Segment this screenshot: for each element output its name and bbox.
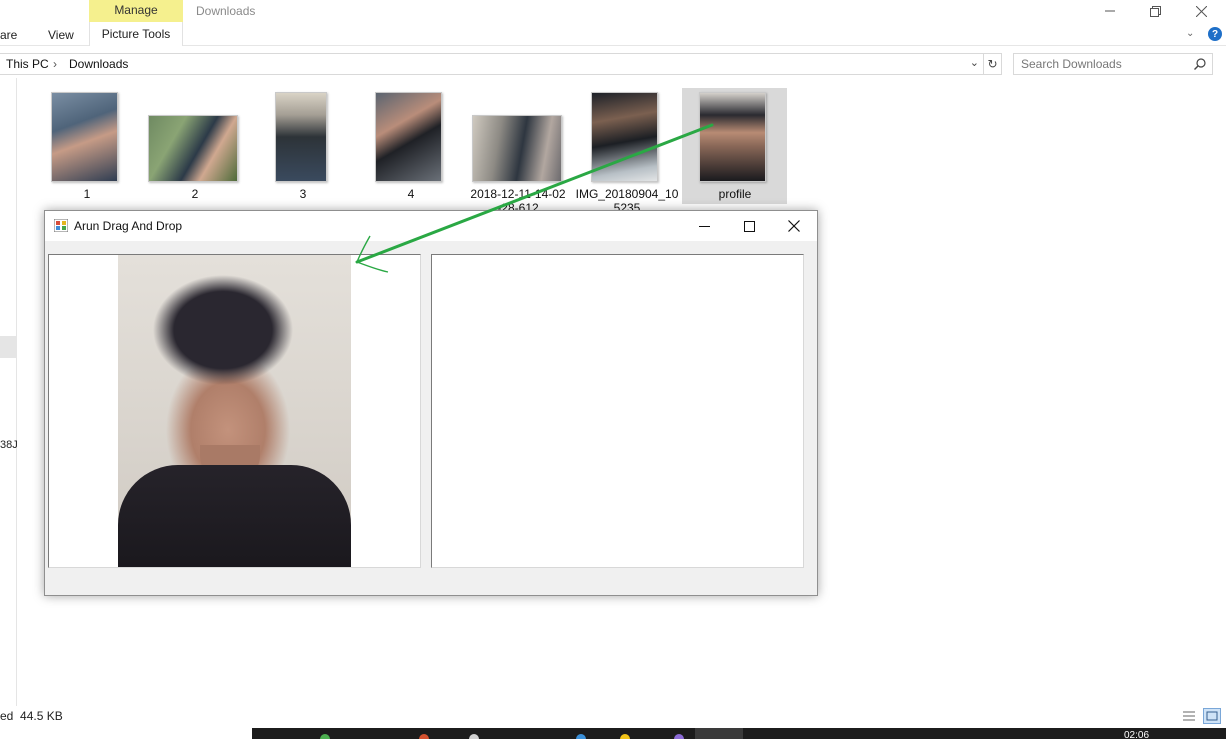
tab-picture-tools[interactable]: Picture Tools (89, 22, 183, 46)
status-size: 44.5 KB (20, 709, 63, 723)
search-icon[interactable] (1194, 58, 1206, 70)
taskbar-app-icon[interactable] (576, 734, 586, 739)
file-thumbnail (375, 92, 442, 182)
drag-drop-dialog: Arun Drag And Drop (44, 210, 818, 596)
taskbar-active-app[interactable] (695, 728, 743, 739)
tab-view[interactable]: View (48, 28, 74, 42)
file-name: 2 (191, 187, 199, 201)
restore-icon (1149, 5, 1161, 17)
file-thumbnail (472, 115, 562, 182)
file-name: 2018-12-11-14-02 (470, 187, 566, 201)
taskbar-app-icon[interactable] (320, 734, 330, 739)
file-name-line2: -28-612 (497, 201, 539, 210)
window-title: Downloads (196, 4, 256, 18)
status-text: ed 44.5 KB (0, 709, 63, 723)
search-placeholder: Search Downloads (1021, 57, 1122, 71)
picture-box-right-drop-target[interactable] (431, 254, 804, 568)
status-selected-fragment: ed (0, 709, 14, 723)
navigation-pane[interactable] (0, 78, 17, 706)
large-icons-view-icon (1206, 711, 1218, 721)
taskbar-app-icon[interactable] (674, 734, 684, 739)
screen: are View Manage Picture Tools Downloads … (0, 0, 1226, 739)
refresh-button[interactable]: ↻ (984, 53, 1002, 75)
file-name: 3 (299, 187, 307, 201)
details-view-icon (1183, 711, 1195, 721)
dialog-minimize-button[interactable] (681, 211, 727, 241)
taskbar-clock[interactable]: 02:06 (1124, 730, 1149, 739)
file-thumbnail (51, 92, 118, 182)
dialog-maximize-button[interactable] (726, 211, 772, 241)
file-thumbnail (699, 92, 766, 182)
breadcrumb-separator-icon: › (53, 57, 57, 71)
address-bar[interactable]: This PC › Downloads ⌄ (0, 53, 984, 75)
tab-share[interactable]: are (0, 28, 17, 42)
dropped-profile-image (118, 255, 351, 567)
file-name: 4 (407, 187, 415, 201)
file-name: IMG_20180904_10 (575, 187, 679, 201)
file-thumbnail (148, 115, 238, 182)
file-name: 1 (83, 187, 91, 201)
minimize-icon (1105, 10, 1115, 12)
restore-button[interactable] (1132, 0, 1178, 22)
nav-item-fragment[interactable]: 38J (0, 439, 18, 451)
help-icon[interactable]: ? (1208, 27, 1222, 41)
app-icon (54, 219, 68, 232)
breadcrumb-downloads[interactable]: Downloads (69, 57, 128, 71)
dialog-close-button[interactable] (771, 211, 817, 241)
address-dropdown-icon[interactable]: ⌄ (970, 56, 979, 69)
breadcrumb-this-pc[interactable]: This PC (6, 57, 49, 71)
close-button[interactable] (1178, 0, 1224, 22)
close-icon (788, 220, 800, 232)
nav-selected-item[interactable] (0, 336, 16, 358)
file-thumbnail (275, 92, 327, 182)
file-name-line2: 5235 (613, 201, 641, 210)
taskbar-app-icon[interactable] (469, 734, 479, 739)
large-icons-view-button[interactable] (1203, 708, 1221, 724)
tab-manage[interactable]: Manage (89, 0, 183, 22)
maximize-icon (743, 220, 755, 232)
ribbon-tab-bar: are View Manage Picture Tools Downloads … (0, 0, 1226, 46)
close-icon (1195, 5, 1207, 17)
taskbar-app-icon[interactable] (620, 734, 630, 739)
file-name: profile (718, 187, 752, 201)
ribbon-expand-chevron-icon[interactable]: ⌄ (1186, 28, 1194, 39)
file-thumbnail (591, 92, 658, 182)
refresh-icon: ↻ (987, 57, 998, 71)
minimize-button[interactable] (1087, 0, 1133, 22)
taskbar-app-icon[interactable] (419, 734, 429, 739)
picture-box-left[interactable] (48, 254, 421, 568)
minimize-icon (698, 225, 710, 227)
dialog-titlebar[interactable]: Arun Drag And Drop (45, 211, 817, 241)
search-input[interactable]: Search Downloads (1013, 53, 1213, 75)
image-shirt-shape (118, 465, 351, 567)
details-view-button[interactable] (1180, 708, 1198, 724)
dialog-title: Arun Drag And Drop (74, 219, 183, 233)
